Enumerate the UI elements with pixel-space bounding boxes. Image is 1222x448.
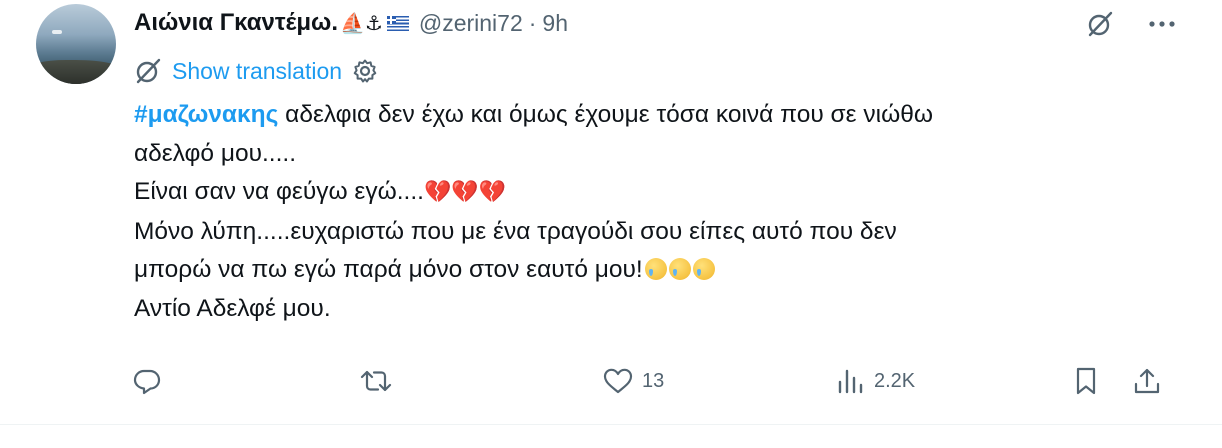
bookmark-button[interactable] xyxy=(1072,360,1100,402)
greece-flag-icon xyxy=(386,15,409,31)
gear-icon xyxy=(353,59,377,83)
like-button[interactable]: 13 xyxy=(602,360,664,402)
author-name[interactable]: Αιώνια Γκαντέμω. xyxy=(134,9,338,37)
tweet-line-6: Αντίο Αδελφέ μου. xyxy=(134,294,331,322)
crying-face-emoji xyxy=(692,258,715,280)
avatar[interactable] xyxy=(36,4,116,84)
share-button[interactable] xyxy=(1132,360,1162,402)
broken-heart-emoji: 💔💔💔 xyxy=(423,180,507,205)
avatar-shore xyxy=(36,60,116,84)
next-tweet-area xyxy=(0,425,1222,448)
reply-button[interactable] xyxy=(132,360,170,402)
tweet-actions: 13 2.2K xyxy=(132,360,1182,402)
tweet-line-5-text: μπορώ να πω εγώ παρά μόνο στον εαυτό μου… xyxy=(134,256,643,283)
author-name-emojis: ⛵⚓ xyxy=(340,11,383,35)
tweet-line-1-text: αδελφια δεν έχω και όμως έχουμε τόσα κοι… xyxy=(278,101,933,128)
show-translation[interactable]: Show translation xyxy=(134,54,378,88)
views-icon xyxy=(838,369,863,394)
tweet-text: #μαζωνακης αδελφια δεν έχω και όμως έχου… xyxy=(134,96,1174,328)
views-count: 2.2K xyxy=(874,369,916,392)
tweet-line-1: #μαζωνακης αδελφια δεν έχω και όμως έχου… xyxy=(134,96,1174,135)
tweet-line-5: μπορώ να πω εγώ παρά μόνο στον εαυτό μου… xyxy=(134,251,1174,290)
header-separator: · xyxy=(528,9,537,36)
avatar-boat xyxy=(52,30,62,34)
share-icon xyxy=(1134,368,1160,394)
grok-icon xyxy=(1088,11,1113,37)
tweet-time[interactable]: 9h xyxy=(542,10,568,37)
hashtag-link[interactable]: #μαζωνακης xyxy=(134,101,278,128)
crying-face-emoji xyxy=(668,258,691,280)
tweet-line-4: Μόνο λύπη.....ευχαριστώ που με ένα τραγο… xyxy=(134,217,897,245)
heart-icon xyxy=(603,368,633,394)
more-button[interactable] xyxy=(1144,6,1180,42)
tweet[interactable]: Αιώνια Γκαντέμω. ⛵⚓ @zerini72 · 9h Show … xyxy=(0,0,1222,424)
grok-button[interactable] xyxy=(1082,6,1118,42)
translation-settings-button[interactable] xyxy=(352,58,378,84)
views-button[interactable]: 2.2K xyxy=(836,360,915,402)
retweet-button[interactable] xyxy=(360,360,400,402)
bookmark-icon xyxy=(1076,367,1096,395)
tweet-line-2: αδελφό μου..... xyxy=(134,139,297,167)
translate-icon xyxy=(136,58,161,84)
tweet-line-3: Είναι σαν να φεύγω εγώ....💔💔💔 xyxy=(134,173,1174,213)
show-translation-label[interactable]: Show translation xyxy=(172,58,342,85)
reply-icon xyxy=(133,369,161,395)
more-icon xyxy=(1149,21,1175,27)
tweet-line-3-text: Είναι σαν να φεύγω εγώ.... xyxy=(134,178,424,205)
crying-face-emoji xyxy=(644,258,667,280)
like-count: 13 xyxy=(642,369,665,392)
retweet-icon xyxy=(360,370,392,392)
author-handle[interactable]: @zerini72 xyxy=(419,10,523,37)
tweet-header: Αιώνια Γκαντέμω. ⛵⚓ @zerini72 · 9h xyxy=(134,6,568,40)
